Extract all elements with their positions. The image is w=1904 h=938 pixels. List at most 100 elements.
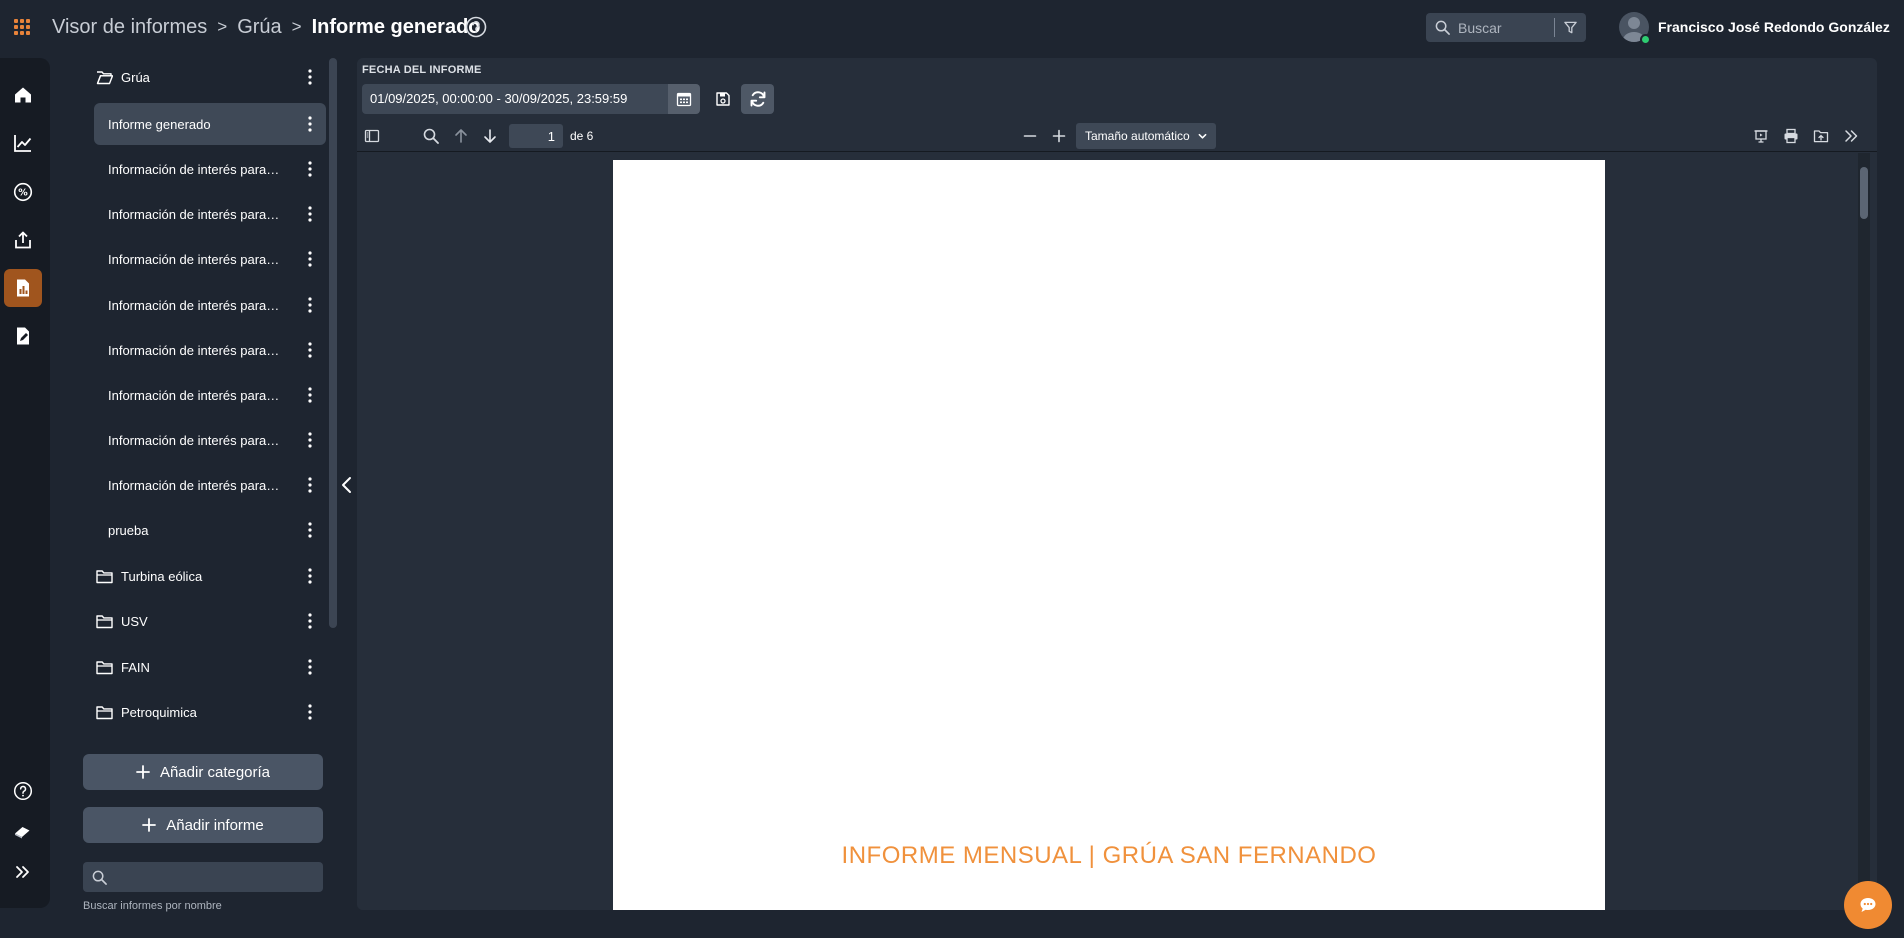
add-category-button[interactable]: Añadir categoría <box>83 754 323 790</box>
tree-report[interactable]: Información de interés para ... <box>94 193 326 235</box>
folder-icon <box>96 569 113 583</box>
tree-item-label: Informe generado <box>108 116 211 132</box>
zoom-select-value: Tamaño automático <box>1085 129 1190 143</box>
tree-report[interactable]: Información de interés para ... <box>94 464 326 506</box>
breadcrumb: Visor de informes > Grúa > Informe gener… <box>52 15 481 39</box>
tree-item-label: Información de interés para ... <box>108 251 280 267</box>
tree-report-prueba[interactable]: prueba <box>94 509 326 551</box>
breadcrumb-separator: > <box>291 17 302 36</box>
tree-report[interactable]: Información de interés para ... <box>94 329 326 371</box>
nav-rail: % <box>0 58 50 908</box>
rail-editor-button[interactable] <box>4 317 42 355</box>
breadcrumb-root[interactable]: Visor de informes <box>52 16 207 39</box>
tree-item-label: prueba <box>108 522 149 538</box>
more-options-icon[interactable] <box>308 161 312 177</box>
edit-document-icon <box>17 327 29 345</box>
rail-clear-button[interactable] <box>4 812 42 850</box>
page-total: de 6 <box>570 129 594 143</box>
more-options-icon[interactable] <box>308 342 312 358</box>
scrollbar-thumb[interactable] <box>1860 167 1868 219</box>
more-options-icon[interactable] <box>308 659 312 675</box>
save-button[interactable] <box>708 84 738 114</box>
sidebar-toggle-icon[interactable] <box>364 128 380 144</box>
breadcrumb-category[interactable]: Grúa <box>237 16 281 39</box>
more-options-icon[interactable] <box>308 297 312 313</box>
document-area[interactable]: INFORME MENSUAL | GRÚA SAN FERNANDO <box>357 153 1877 910</box>
tree-item-label: Información de interés para ... <box>108 387 280 403</box>
add-report-button[interactable]: Añadir informe <box>83 807 323 843</box>
page-number-input[interactable] <box>509 124 563 148</box>
rail-expand-button[interactable] <box>4 853 42 891</box>
rail-help-button[interactable] <box>4 772 42 810</box>
apps-grid-icon[interactable] <box>13 18 31 36</box>
line-chart-icon <box>14 135 32 152</box>
tree-report[interactable]: Información de interés para ... <box>94 374 326 416</box>
zoom-out-icon[interactable] <box>1022 128 1038 144</box>
tree-report[interactable]: Información de interés para ... <box>94 238 326 280</box>
zoom-in-icon[interactable] <box>1051 128 1067 144</box>
page-title: Informe generado <box>311 15 481 38</box>
chat-button[interactable] <box>1844 881 1892 929</box>
find-icon[interactable] <box>423 128 439 144</box>
chat-icon <box>1860 898 1876 912</box>
user-name[interactable]: Francisco José Redondo González <box>1658 19 1890 35</box>
open-file-icon[interactable] <box>1813 128 1829 144</box>
tree-report[interactable]: Información de interés para ... <box>94 284 326 326</box>
rail-reports-button[interactable] <box>4 269 42 307</box>
calendar-button[interactable] <box>668 84 700 114</box>
tree-item-label: Turbina eólica <box>121 568 203 584</box>
save-icon <box>716 92 730 106</box>
refresh-button[interactable] <box>741 84 774 114</box>
tree-category-usv[interactable]: USV <box>94 600 326 642</box>
more-options-icon[interactable] <box>308 116 312 132</box>
more-options-icon[interactable] <box>308 206 312 222</box>
rail-home-button[interactable] <box>4 76 42 114</box>
more-options-icon[interactable] <box>308 432 312 448</box>
folder-icon <box>96 614 113 628</box>
more-options-icon[interactable] <box>308 251 312 267</box>
tree-item-label: Petroquimica <box>121 704 197 720</box>
rail-export-button[interactable] <box>4 221 42 259</box>
help-icon <box>13 781 33 801</box>
more-options-icon[interactable] <box>308 477 312 493</box>
previous-page-icon[interactable] <box>453 128 469 144</box>
tree-report[interactable]: Información de interés para ... <box>94 148 326 190</box>
more-options-icon[interactable] <box>308 522 312 538</box>
global-search-input[interactable] <box>1458 13 1568 42</box>
zoom-select[interactable]: Tamaño automático <box>1076 123 1216 149</box>
more-options-icon[interactable] <box>308 568 312 584</box>
rail-analytics-button[interactable] <box>4 124 42 162</box>
tree-item-label: Información de interés para ... <box>108 161 280 177</box>
folder-open-icon <box>96 70 113 84</box>
presentation-mode-icon[interactable] <box>1753 128 1769 144</box>
calendar-icon <box>676 92 692 107</box>
document-scrollbar[interactable] <box>1858 153 1870 910</box>
collapse-sidebar-icon[interactable] <box>340 476 354 494</box>
more-options-icon[interactable] <box>308 704 312 720</box>
top-bar: Visor de informes > Grúa > Informe gener… <box>0 0 1904 54</box>
tree-report[interactable]: Información de interés para ... <box>94 419 326 461</box>
tree-report-informe-generado[interactable]: Informe generado <box>94 103 326 145</box>
help-icon[interactable] <box>465 16 487 38</box>
report-search-input[interactable] <box>115 862 315 892</box>
home-icon <box>15 87 31 103</box>
next-page-icon[interactable] <box>482 128 498 144</box>
global-search <box>1426 13 1586 42</box>
date-range-field[interactable]: 01/09/2025, 00:00:00 - 30/09/2025, 23:59… <box>362 84 668 114</box>
tools-menu-icon[interactable] <box>1843 128 1859 144</box>
search-divider <box>1554 18 1555 37</box>
pdf-toolbar: de 6 Tamaño automático <box>357 120 1877 152</box>
refresh-icon <box>750 91 765 107</box>
more-options-icon[interactable] <box>308 613 312 629</box>
tree-category-grua[interactable]: Grúa <box>94 56 326 98</box>
tree-category-turbina[interactable]: Turbina eólica <box>94 555 326 597</box>
tree-item-label: FAIN <box>121 659 150 675</box>
more-options-icon[interactable] <box>308 69 312 85</box>
tree-scrollbar[interactable] <box>329 58 337 628</box>
print-icon[interactable] <box>1783 128 1799 144</box>
rail-kpi-button[interactable]: % <box>4 173 42 211</box>
filter-icon[interactable] <box>1563 20 1578 35</box>
more-options-icon[interactable] <box>308 387 312 403</box>
tree-category-petroquimica[interactable]: Petroquimica <box>94 691 326 733</box>
tree-category-fain[interactable]: FAIN <box>94 646 326 688</box>
